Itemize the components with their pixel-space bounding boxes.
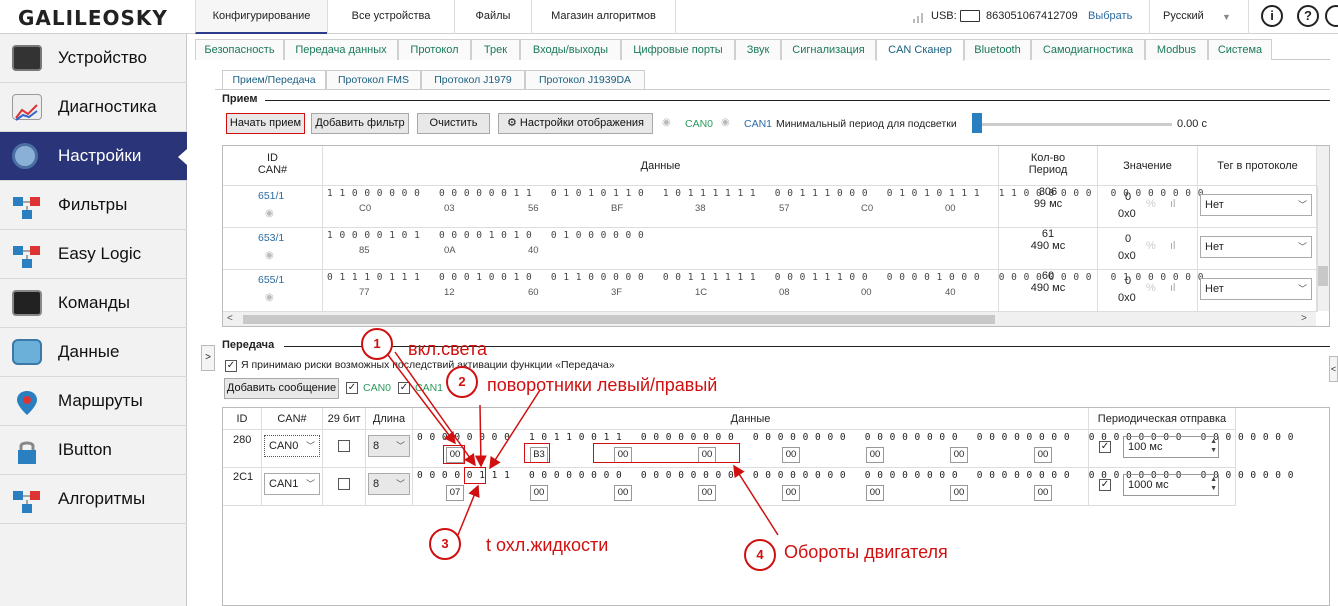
annotation-text-4: Обороты двигателя [784, 542, 948, 562]
annotation-arrows [387, 351, 779, 536]
annotation-text-3: t охл.жидкости [486, 535, 609, 555]
annotation-text-2: поворотники левый/правый [487, 375, 718, 395]
annotation-marker-3: 3 [429, 528, 461, 560]
annotation-marker-2: 2 [446, 366, 478, 398]
annotation-marker-1: 1 [361, 328, 393, 360]
annotation-marker-4: 4 [744, 539, 776, 571]
annotation-text-1: вкл.света [408, 339, 487, 359]
